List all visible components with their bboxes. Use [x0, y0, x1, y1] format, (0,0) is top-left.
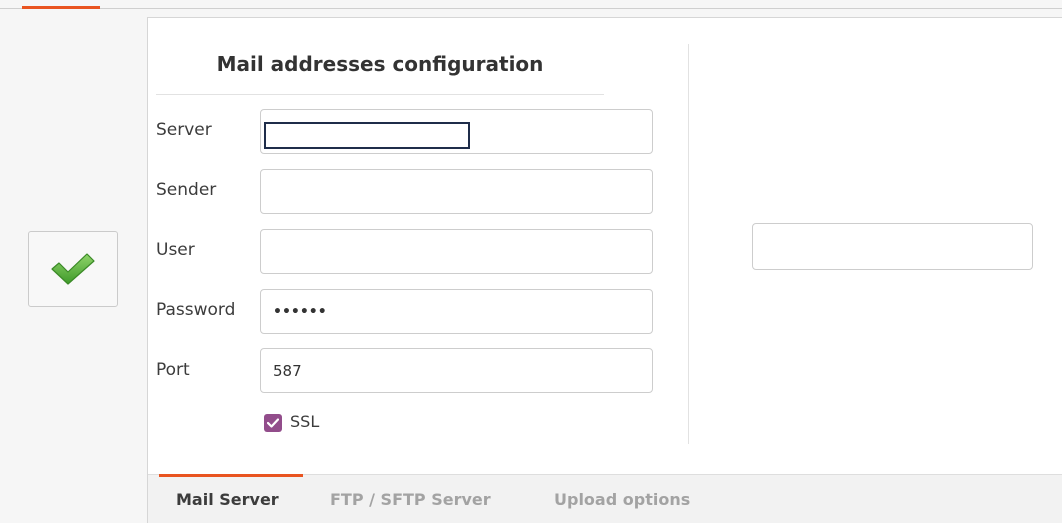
check-icon [267, 418, 279, 428]
user-field[interactable] [260, 229, 653, 274]
top-divider [0, 8, 1062, 9]
password-label: Password [156, 300, 236, 320]
column-separator [688, 44, 689, 444]
tab-mail-server[interactable]: Mail Server [176, 475, 279, 523]
settings-panel: Mail addresses configuration Server Send… [147, 17, 1062, 523]
page-title: Mail addresses configuration [216, 52, 544, 76]
apply-button[interactable] [28, 231, 118, 307]
tab-upload-options[interactable]: Upload options [554, 475, 690, 523]
port-label: Port [156, 360, 190, 380]
title-divider [156, 94, 604, 95]
server-label: Server [156, 120, 212, 140]
side-input-field[interactable] [752, 223, 1033, 270]
password-field[interactable] [260, 289, 653, 334]
port-field[interactable] [260, 348, 653, 393]
sender-label: Sender [156, 180, 217, 200]
user-label: User [156, 240, 195, 260]
tab-bar: Mail Server FTP / SFTP Server Upload opt… [148, 474, 1062, 523]
top-accent-bar [22, 6, 100, 9]
ssl-checkbox[interactable] [264, 414, 282, 432]
tab-ftp-sftp-server[interactable]: FTP / SFTP Server [330, 475, 491, 523]
ssl-label: SSL [290, 412, 320, 431]
server-field[interactable] [260, 109, 653, 154]
sender-field[interactable] [260, 169, 653, 214]
checkmark-icon [51, 253, 95, 285]
app-window: Mail addresses configuration Server Send… [0, 0, 1062, 523]
